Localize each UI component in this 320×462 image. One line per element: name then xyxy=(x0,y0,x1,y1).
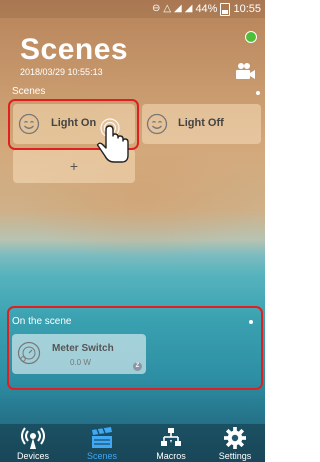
clock: 10:55 xyxy=(233,3,261,15)
tab-scenes[interactable]: Scenes xyxy=(72,424,132,462)
battery-percent: 44% xyxy=(195,3,218,15)
devices-icon xyxy=(21,427,45,449)
scenes-icon xyxy=(92,427,112,448)
on-scene-section-label: On the scene xyxy=(12,316,72,327)
scene-card-light-off[interactable]: Light Off xyxy=(142,104,261,144)
tab-macros[interactable]: Macros xyxy=(141,424,201,462)
page-datetime: 2018/03/29 10:55:13 xyxy=(20,67,103,77)
tab-macros-label: Macros xyxy=(156,451,186,461)
bottom-tab-bar: Devices Scenes Macros Settings xyxy=(0,424,265,462)
tab-scenes-label: Scenes xyxy=(86,451,118,461)
tap-hand-icon xyxy=(96,118,129,163)
tab-settings-label: Settings xyxy=(218,451,252,461)
video-camera-icon[interactable] xyxy=(233,62,257,82)
meter-switch-icon xyxy=(17,341,41,365)
meter-switch-card[interactable]: Meter Switch 0.0 W Z xyxy=(12,334,146,374)
connection-status-dot[interactable] xyxy=(245,31,257,43)
battery-icon xyxy=(220,2,231,16)
smile-face-icon xyxy=(146,113,168,135)
status-icons: ⊖ △ ◢ ◢ 44% 10:55 xyxy=(152,2,261,16)
on-scene-indicator-dot xyxy=(249,320,253,324)
gear-icon xyxy=(224,427,246,449)
do-not-disturb-icon: ⊖ xyxy=(151,3,161,14)
page-title: Scenes xyxy=(20,33,129,66)
tab-devices-label: Devices xyxy=(16,451,49,461)
meter-switch-name: Meter Switch xyxy=(52,343,114,354)
macros-icon xyxy=(161,428,181,446)
status-bar: ⊖ △ ◢ ◢ 44% 10:55 xyxy=(0,0,265,18)
zwave-badge: Z xyxy=(133,362,142,371)
no-sim-icon: ◢ xyxy=(174,3,182,14)
signal-icon: ◢ xyxy=(184,3,193,14)
section-indicator-dot xyxy=(256,91,260,95)
tab-devices[interactable]: Devices xyxy=(3,424,63,462)
tab-settings[interactable]: Settings xyxy=(205,424,265,462)
meter-switch-value: 0.0 W xyxy=(70,358,91,367)
scenes-section-label: Scenes xyxy=(12,86,46,97)
scene-label-light-off: Light Off xyxy=(178,117,224,129)
wifi-icon: △ xyxy=(163,3,172,14)
